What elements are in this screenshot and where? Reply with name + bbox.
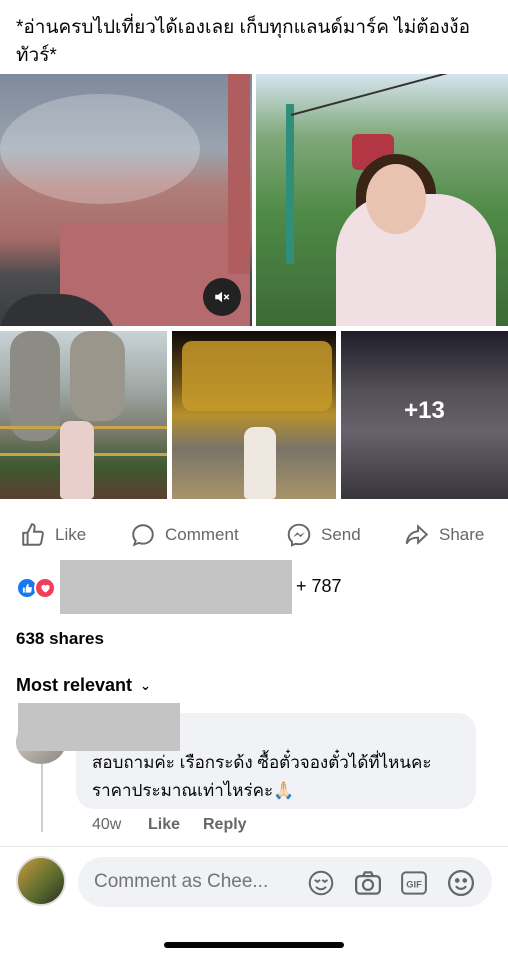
divider	[0, 846, 508, 847]
photo-decoration	[60, 421, 94, 499]
post-caption: *อ่านครบไปเที่ยวได้เองเลย เก็บทุกแลนด์มา…	[16, 17, 470, 66]
svg-text:GIF: GIF	[406, 879, 422, 889]
redacted-reactor-names	[60, 560, 292, 614]
avatar-sticker-icon[interactable]	[306, 868, 336, 898]
photo-decoration	[366, 164, 426, 234]
reaction-count[interactable]: + 787	[296, 576, 342, 597]
photo-decoration	[70, 331, 125, 421]
share-count[interactable]: 638 shares	[16, 629, 104, 649]
photo-decoration	[228, 74, 250, 274]
photo-decoration	[290, 74, 504, 116]
comment-button[interactable]: Comment	[130, 520, 239, 550]
post-photo-4[interactable]	[172, 331, 336, 499]
comment-text: สอบถามค่ะ เรือกระด้ง ซื้อตั๋วจองตั๋วได้ท…	[92, 753, 432, 800]
photo-decoration	[244, 427, 276, 499]
comment-label: Comment	[165, 525, 239, 544]
share-label: Share	[439, 525, 485, 544]
like-button[interactable]: Like	[20, 520, 86, 550]
comment-sort-dropdown[interactable]: Most relevant ⌄	[16, 675, 151, 696]
send-button[interactable]: Send	[286, 520, 361, 550]
comment-composer[interactable]: GIF	[78, 857, 492, 907]
camera-icon[interactable]	[353, 868, 383, 898]
photo-decoration	[286, 104, 294, 264]
comment-thread-line	[41, 764, 43, 832]
home-indicator[interactable]	[164, 942, 344, 948]
comment-bubble-icon	[132, 524, 154, 547]
photo-decoration	[10, 331, 60, 441]
post-photo-5-more[interactable]: +13	[341, 331, 508, 499]
comment-reply-button[interactable]: Reply	[203, 816, 247, 834]
sort-label: Most relevant	[16, 675, 133, 695]
reaction-icons[interactable]	[16, 576, 56, 600]
send-label: Send	[321, 525, 361, 544]
photo-decoration	[182, 341, 332, 411]
comment-meta: 40w Like Reply	[92, 816, 247, 834]
comment-input[interactable]	[94, 871, 290, 893]
post-action-bar: Like Comment Send Share	[0, 520, 508, 550]
mute-icon[interactable]	[203, 278, 241, 316]
more-photos-count: +13	[404, 397, 445, 424]
gif-icon[interactable]: GIF	[399, 868, 429, 898]
comment-time: 40w	[92, 816, 122, 833]
share-button[interactable]: Share	[404, 520, 484, 550]
redacted-commenter-name	[18, 703, 180, 751]
post-photo-3[interactable]	[0, 331, 167, 499]
emoji-icon[interactable]	[446, 868, 476, 898]
current-user-avatar[interactable]	[16, 856, 66, 906]
like-thumb-icon	[22, 523, 44, 546]
share-arrow-icon	[405, 524, 429, 545]
post-photo-1-video[interactable]	[0, 74, 252, 326]
messenger-icon	[287, 523, 311, 547]
chevron-down-icon: ⌄	[140, 677, 151, 693]
post-photo-2[interactable]	[256, 74, 508, 326]
like-label: Like	[55, 525, 87, 544]
comment-like-button[interactable]: Like	[148, 816, 203, 834]
love-reaction-icon	[34, 577, 56, 599]
photo-decoration	[0, 94, 200, 204]
